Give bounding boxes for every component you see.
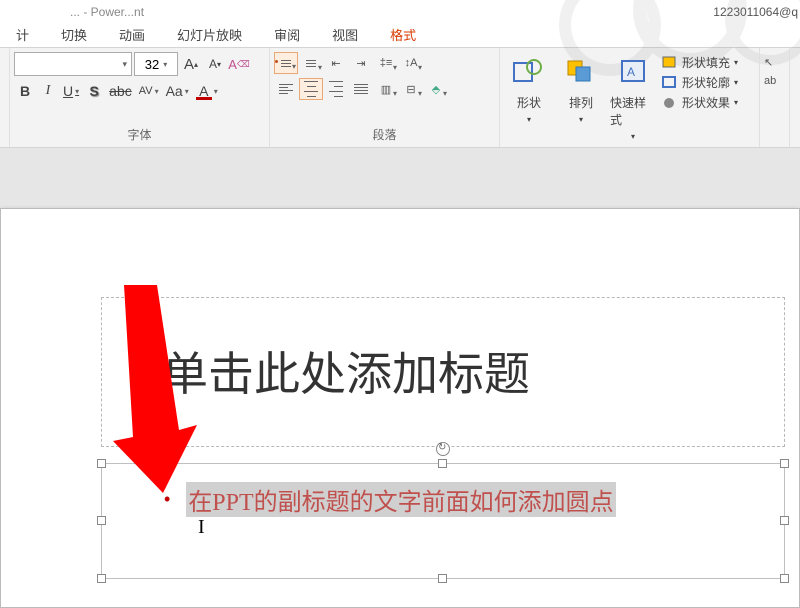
increase-indent-button[interactable]: ⇥ xyxy=(349,52,373,74)
tab-animation[interactable]: 动画 xyxy=(103,22,161,47)
shape-effects-button[interactable]: 形状效果 ▾ xyxy=(662,94,738,111)
tab-view[interactable]: 视图 xyxy=(316,22,374,47)
bullet-point-icon: • xyxy=(164,489,170,510)
group-font: ▾ 32▾ A▴ A▾ A⌫ B I U▾ S abc AV▾ Aa▾ A ▾ … xyxy=(10,48,270,147)
text-shadow-button[interactable]: S xyxy=(83,80,105,102)
numbering-button[interactable]: ▾ xyxy=(299,52,323,74)
bold-button[interactable]: B xyxy=(14,80,36,102)
group-editing-edge: ↖ ab xyxy=(760,48,790,147)
shapes-button[interactable]: 形状▾ xyxy=(506,54,552,124)
replace-icon[interactable]: ab xyxy=(764,75,785,87)
shape-fill-button[interactable]: 形状填充 ▾ xyxy=(662,54,738,71)
font-color-button[interactable]: A ▾ xyxy=(193,80,221,102)
resize-handle-tl[interactable] xyxy=(97,459,106,468)
title-placeholder[interactable]: 单击此处添加标题 xyxy=(101,297,785,447)
grow-font-button[interactable]: A▴ xyxy=(180,53,202,75)
shape-outline-button[interactable]: 形状轮廓 ▾ xyxy=(662,74,738,91)
clear-formatting-button[interactable]: A⌫ xyxy=(228,53,250,75)
char-spacing-button[interactable]: AV▾ xyxy=(136,80,162,102)
font-family-combo[interactable]: ▾ xyxy=(14,52,132,76)
tab-review[interactable]: 审阅 xyxy=(258,22,316,47)
decrease-indent-button[interactable]: ⇤ xyxy=(324,52,348,74)
ribbon: ▾ 32▾ A▴ A▾ A⌫ B I U▾ S abc AV▾ Aa▾ A ▾ … xyxy=(0,48,800,148)
smartart-button[interactable]: ⬘▾ xyxy=(424,78,448,100)
resize-handle-tm[interactable] xyxy=(438,459,447,468)
font-size-combo[interactable]: 32▾ xyxy=(134,52,178,76)
subtitle-text-selected[interactable]: 在PPT的副标题的文字前面如何添加圆点 xyxy=(186,482,615,517)
align-center-button[interactable] xyxy=(299,78,323,100)
tab-slideshow[interactable]: 幻灯片放映 xyxy=(161,22,258,47)
resize-handle-bm[interactable] xyxy=(438,574,447,583)
resize-handle-bl[interactable] xyxy=(97,574,106,583)
rotate-handle[interactable] xyxy=(436,442,450,456)
slide-canvas[interactable]: 单击此处添加标题 • 在PPT的副标题的文字前面如何添加圆点 I xyxy=(0,148,800,600)
group-font-label: 字体 xyxy=(10,124,269,147)
resize-handle-br[interactable] xyxy=(780,574,789,583)
resize-handle-tr[interactable] xyxy=(780,459,789,468)
quick-styles-button[interactable]: A 快速样式▾ xyxy=(610,54,656,141)
underline-button[interactable]: U▾ xyxy=(60,80,82,102)
group-paragraph: ▾ ▾ ⇤ ⇥ ‡≡▾ ↕A▾ ▥▾ ⊟▾ ⬘▾ 段落 xyxy=(270,48,500,147)
resize-handle-ml[interactable] xyxy=(97,516,106,525)
line-spacing-button[interactable]: ‡≡▾ xyxy=(374,52,398,74)
strikethrough-button[interactable]: abc xyxy=(106,80,135,102)
tab-format[interactable]: 格式 xyxy=(374,22,432,47)
align-text-button[interactable]: ⊟▾ xyxy=(399,78,423,100)
text-cursor-icon: I xyxy=(198,516,205,539)
change-case-button[interactable]: Aa▾ xyxy=(163,80,192,102)
tab-design[interactable]: 计 xyxy=(0,22,45,47)
svg-text:A: A xyxy=(627,65,635,79)
document-title: ... - Power...nt xyxy=(0,5,144,19)
subtitle-textbox-selected[interactable]: • 在PPT的副标题的文字前面如何添加圆点 I xyxy=(101,463,785,579)
group-drawing: 形状▾ 排列▾ A 快速样式▾ 形状填充 ▾ 形状轮廓 ▾ 形状效果 ▾ 绘图 xyxy=(500,48,760,147)
align-left-button[interactable] xyxy=(274,78,298,100)
align-right-button[interactable] xyxy=(324,78,348,100)
title-placeholder-text: 单击此处添加标题 xyxy=(162,338,530,404)
italic-button[interactable]: I xyxy=(37,80,59,102)
columns-button[interactable]: ▥▾ xyxy=(374,78,398,100)
bullets-button[interactable]: ▾ xyxy=(274,52,298,74)
font-color-swatch xyxy=(196,97,212,100)
arrange-button[interactable]: 排列▾ xyxy=(558,54,604,124)
slide[interactable]: 单击此处添加标题 • 在PPT的副标题的文字前面如何添加圆点 I xyxy=(0,208,800,608)
group-clipboard-edge xyxy=(0,48,10,147)
resize-handle-mr[interactable] xyxy=(780,516,789,525)
align-justify-button[interactable] xyxy=(349,78,373,100)
tab-transition[interactable]: 切换 xyxy=(45,22,103,47)
group-paragraph-label: 段落 xyxy=(270,124,499,147)
select-arrow-icon[interactable]: ↖ xyxy=(764,56,785,69)
shrink-font-button[interactable]: A▾ xyxy=(204,53,226,75)
text-direction-button[interactable]: ↕A▾ xyxy=(399,52,423,74)
